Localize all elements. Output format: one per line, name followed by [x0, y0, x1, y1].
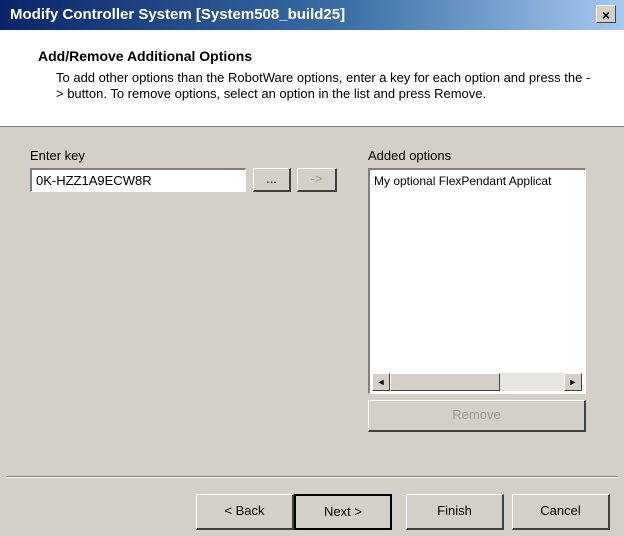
title-bar[interactable]: Modify Controller System [System508_buil… — [0, 0, 624, 30]
window-title: Modify Controller System [System508_buil… — [10, 6, 346, 23]
add-option-button[interactable]: -> — [297, 168, 337, 192]
scroll-thumb[interactable] — [390, 373, 500, 391]
cancel-button[interactable]: Cancel — [512, 494, 610, 530]
finish-button[interactable]: Finish — [406, 494, 504, 530]
added-options-list[interactable]: My optional FlexPendant Applicat ◄ ► — [368, 168, 586, 394]
horizontal-scrollbar[interactable]: ◄ ► — [372, 373, 582, 391]
modify-controller-dialog: Modify Controller System [System508_buil… — [0, 0, 624, 536]
remove-button[interactable]: Remove — [368, 400, 586, 432]
triangle-left-icon: ◄ — [376, 377, 386, 387]
footer-separator — [6, 476, 618, 478]
close-button[interactable]: × — [596, 5, 616, 23]
list-item[interactable]: My optional FlexPendant Applicat — [374, 174, 551, 188]
browse-button[interactable]: ... — [253, 168, 291, 192]
page-description: To add other options than the RobotWare … — [56, 70, 591, 101]
back-button[interactable]: < Back — [196, 494, 294, 530]
page-title: Add/Remove Additional Options — [38, 48, 253, 64]
wizard-header: Add/Remove Additional Options To add oth… — [0, 30, 624, 127]
next-button[interactable]: Next > — [294, 494, 392, 530]
added-options-label: Added options — [368, 148, 452, 163]
enter-key-label: Enter key — [30, 148, 85, 163]
scroll-left-button[interactable]: ◄ — [372, 373, 390, 391]
triangle-right-icon: ► — [568, 377, 578, 387]
close-icon: × — [601, 7, 611, 23]
scroll-right-button[interactable]: ► — [564, 373, 582, 391]
key-input[interactable]: 0K-HZZ1A9ECW8R — [30, 168, 246, 192]
